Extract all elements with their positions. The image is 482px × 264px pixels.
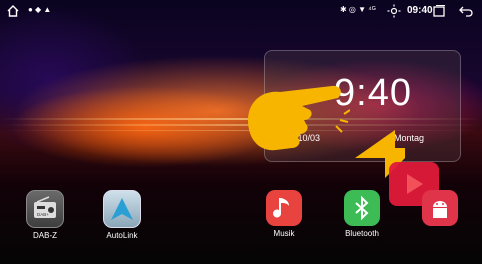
home-screen: ● ◆ ▲ ✱ ◎ ▼ ⁴ᴳ 09:40 9:40 22/10/03 Monta…: [0, 0, 482, 264]
app-label: AutoLink: [106, 231, 138, 240]
brightness-icon[interactable]: [387, 4, 401, 21]
app-android[interactable]: [410, 190, 470, 229]
svg-text:DAB+: DAB+: [37, 212, 49, 217]
home-icon[interactable]: [6, 4, 20, 21]
radio-icon: DAB+: [26, 190, 64, 228]
back-icon[interactable]: [458, 4, 474, 21]
clock-day: Montag: [394, 133, 425, 143]
notification-icons: ● ◆ ▲: [28, 5, 52, 14]
music-note-icon: [266, 190, 302, 226]
app-label: Musik: [273, 229, 295, 238]
app-label: DAB-Z: [33, 231, 57, 240]
app-autolink[interactable]: AutoLink: [92, 190, 152, 240]
app-label: Bluetooth: [345, 229, 379, 238]
app-music[interactable]: Musik: [254, 190, 314, 238]
bluetooth-icon: [344, 190, 380, 226]
app-bluetooth[interactable]: Bluetooth: [332, 190, 392, 238]
autolink-icon: [103, 190, 141, 228]
status-time: 09:40: [407, 5, 433, 16]
status-bar: ● ◆ ▲ ✱ ◎ ▼ ⁴ᴳ 09:40: [0, 0, 482, 24]
app-dab[interactable]: DAB+ DAB-Z: [15, 190, 75, 240]
recent-apps-icon[interactable]: [432, 4, 446, 21]
pointing-hand-icon: [248, 85, 350, 151]
android-icon: [422, 190, 458, 226]
connectivity-indicators: ✱ ◎ ▼ ⁴ᴳ: [340, 5, 376, 14]
